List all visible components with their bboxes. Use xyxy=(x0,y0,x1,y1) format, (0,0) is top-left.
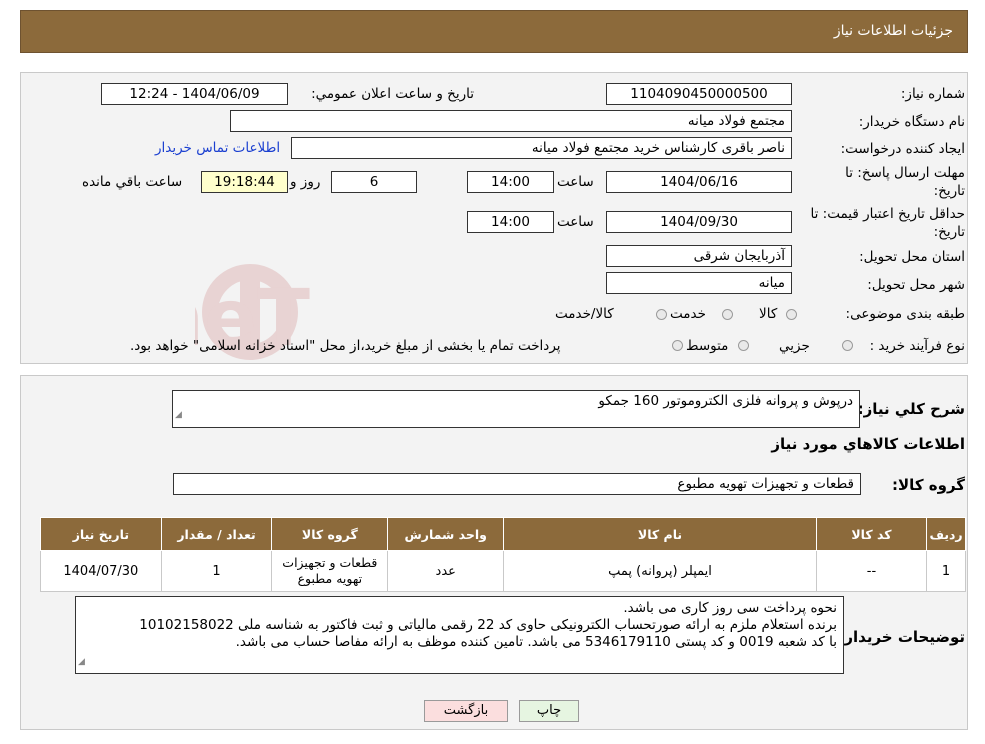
buyer-notes-label: توضيحات خريدار: xyxy=(838,628,965,646)
deadline-time-field: 14:00 xyxy=(467,171,554,193)
cell-group: قطعات و تجهیزات تهویه مطبوع xyxy=(271,550,389,592)
category-radio-goods[interactable] xyxy=(786,309,797,320)
buyer-notes-line: با کد شعبه 0019 و کد پستی 5346179110 می … xyxy=(235,634,837,650)
validity-label: حداقل تاريخ اعتبار قيمت: تا xyxy=(810,206,965,222)
category-radio-service[interactable] xyxy=(722,309,733,320)
category-option-service: خدمت xyxy=(670,306,706,322)
table-row: 1 -- ایمپلر (پروانه) پمپ عدد قطعات و تجه… xyxy=(40,550,966,592)
goods-table-header: رديف کد کالا نام کالا واحد شمارش گروه کا… xyxy=(40,517,966,551)
col-unit: واحد شمارش xyxy=(387,517,505,551)
page-title: جزئیات اطلاعات نیاز xyxy=(833,23,953,39)
col-qty: تعداد / مقدار xyxy=(160,517,273,551)
category-radio-goods-service[interactable] xyxy=(656,309,667,320)
back-button[interactable]: بازگشت xyxy=(424,700,508,722)
goods-group-label: گروه كالا: xyxy=(892,476,965,494)
remaining-time-field: 19:18:44 xyxy=(201,171,288,193)
buyer-notes-line: نحوه پرداخت سی روز کاری می باشد. xyxy=(623,600,837,616)
buyer-org-label: نام دستگاه خريدار: xyxy=(858,114,965,130)
description-text: درپوش و پروانه فلزی الکتروموتور 160 جمکو xyxy=(598,393,853,409)
process-option-medium: متوسط xyxy=(686,338,729,354)
category-option-goods-service: كالا/خدمت xyxy=(555,306,614,322)
days-label: روز و xyxy=(290,174,321,190)
province-label: استان محل تحويل: xyxy=(859,249,965,265)
province-field: آذربایجان شرقی xyxy=(606,245,792,267)
resize-handle-icon[interactable]: ◢ xyxy=(78,654,85,671)
resize-handle-icon[interactable]: ◢ xyxy=(175,405,182,425)
buyer-notes-line: برنده استعلام ملزم به ارائه صورتحساب الک… xyxy=(139,617,837,633)
process-note: پرداخت تمام يا بخشی از مبلغ خريد،از محل … xyxy=(130,338,561,354)
description-label: شرح كلي نياز: xyxy=(857,400,965,418)
contact-info-link[interactable]: اطلاعات تماس خريدار xyxy=(155,140,280,156)
cell-qty: 1 xyxy=(160,550,273,592)
city-label: شهر محل تحويل: xyxy=(867,277,965,293)
deadline-time-label: ساعت xyxy=(557,174,594,190)
process-radio-treasury[interactable] xyxy=(672,340,683,351)
col-group: گروه کالا xyxy=(271,517,389,551)
buyer-org-field: مجتمع فولاد میانه xyxy=(230,110,792,132)
process-radio-partial[interactable] xyxy=(842,340,853,351)
cell-date: 1404/07/30 xyxy=(40,550,162,592)
validity-date-field: 1404/09/30 xyxy=(606,211,792,233)
category-option-goods: كالا xyxy=(759,306,778,322)
process-label: نوع فرآيند خريد : xyxy=(869,338,965,354)
need-number-field: 1104090450000500 xyxy=(606,83,792,105)
announce-field: 1404/06/09 - 12:24 xyxy=(101,83,288,105)
goods-table: رديف کد کالا نام کالا واحد شمارش گروه کا… xyxy=(40,517,966,592)
col-row: رديف xyxy=(926,517,966,551)
remaining-label: ساعت باقي مانده xyxy=(82,174,183,190)
col-name: نام کالا xyxy=(503,517,817,551)
description-field: درپوش و پروانه فلزی الکتروموتور 160 جمکو… xyxy=(172,390,860,428)
process-radio-medium[interactable] xyxy=(738,340,749,351)
validity-label-date: تاريخ: xyxy=(933,224,965,240)
goods-info-title: اطلاعات كالاهاي مورد نياز xyxy=(771,435,965,453)
buyer-notes-field: نحوه پرداخت سی روز کاری می باشد. برنده ا… xyxy=(75,596,844,674)
city-field: میانه xyxy=(606,272,792,294)
validity-time-label: ساعت xyxy=(557,214,594,230)
print-button[interactable]: چاپ xyxy=(519,700,579,722)
process-option-partial: جزيي xyxy=(779,338,810,354)
col-date: تاريخ نياز xyxy=(40,517,162,551)
cell-name: ایمپلر (پروانه) پمپ xyxy=(503,550,817,592)
deadline-date-field: 1404/06/16 xyxy=(606,171,792,193)
cell-row: 1 xyxy=(926,550,966,592)
category-label: طبقه بندی موضوعی: xyxy=(845,306,965,322)
creator-label: ايجاد کننده درخواست: xyxy=(840,141,965,157)
creator-field: ناصر باقری کارشناس خرید مجتمع فولاد میان… xyxy=(291,137,792,159)
need-number-label: شماره نیاز: xyxy=(900,86,965,102)
page-header: جزئیات اطلاعات نیاز xyxy=(20,10,968,53)
announce-label: تاریخ و ساعت اعلان عمومي: xyxy=(311,86,474,102)
validity-time-field: 14:00 xyxy=(467,211,554,233)
goods-group-field: قطعات و تجهیزات تهویه مطبوع xyxy=(173,473,861,495)
col-code: کد کالا xyxy=(815,517,928,551)
cell-code: -- xyxy=(815,550,928,592)
deadline-label: مهلت ارسال پاسخ: تا xyxy=(845,165,965,181)
deadline-label-date: تاريخ: xyxy=(933,183,965,199)
days-field: 6 xyxy=(331,171,417,193)
cell-unit: عدد xyxy=(387,550,505,592)
